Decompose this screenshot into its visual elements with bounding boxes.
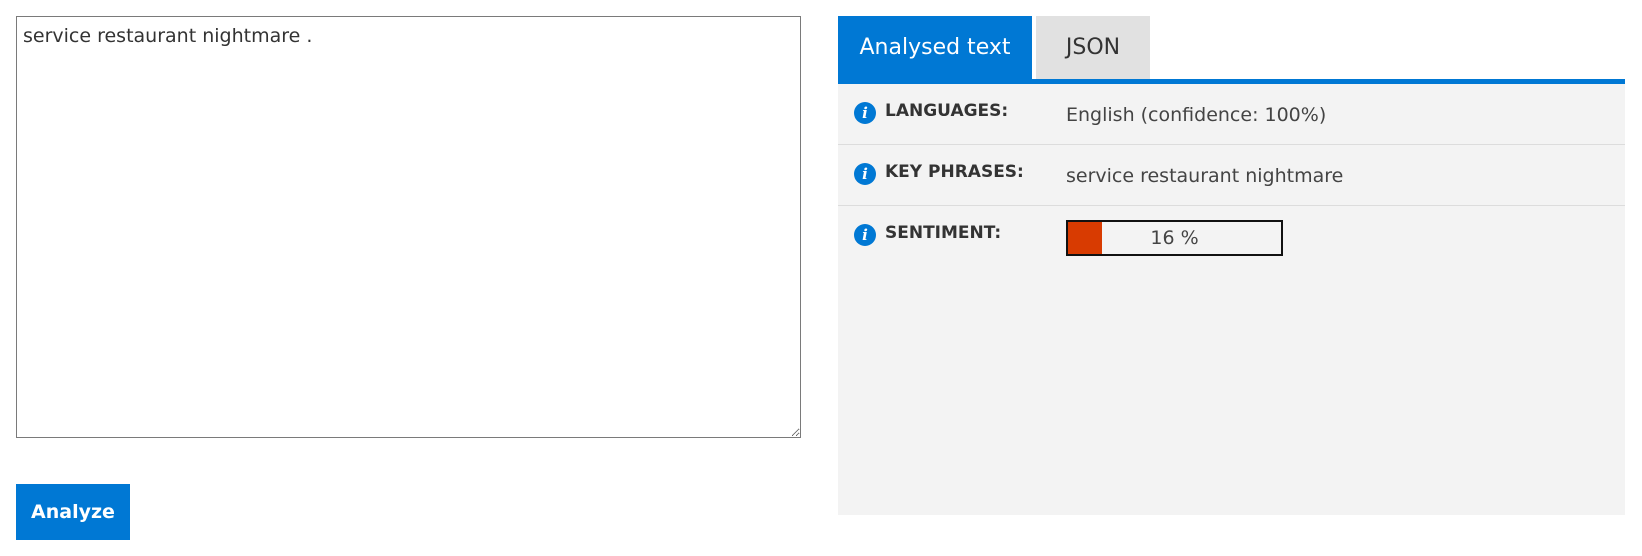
- sentiment-value: 16 %: [1150, 227, 1199, 249]
- sentiment-bar: 16 %: [1066, 220, 1283, 256]
- info-icon[interactable]: i: [854, 102, 876, 124]
- tab-analysed-text[interactable]: Analysed text: [838, 16, 1032, 79]
- info-icon[interactable]: i: [854, 163, 876, 185]
- tab-json[interactable]: JSON: [1036, 16, 1150, 79]
- text-input[interactable]: service restaurant nightmare .: [16, 16, 801, 438]
- analyze-button[interactable]: Analyze: [16, 484, 130, 540]
- page: service restaurant nightmare . Analyze A…: [0, 0, 1642, 556]
- key-phrases-row: i KEY PHRASES: service restaurant nightm…: [838, 145, 1625, 206]
- languages-value: English (confidence: 100%): [1066, 104, 1327, 126]
- languages-row: i LANGUAGES: English (confidence: 100%): [838, 84, 1625, 145]
- sentiment-label: SENTIMENT:: [885, 223, 1002, 243]
- key-phrases-value: service restaurant nightmare: [1066, 165, 1344, 187]
- analysis-panel: i LANGUAGES: English (confidence: 100%) …: [838, 84, 1625, 515]
- sentiment-row: i SENTIMENT: 16 %: [838, 206, 1625, 266]
- results-panel: Analysed text JSON i LANGUAGES: English …: [838, 16, 1625, 515]
- key-phrases-label: KEY PHRASES:: [885, 162, 1024, 182]
- languages-label: LANGUAGES:: [885, 101, 1009, 121]
- info-icon[interactable]: i: [854, 224, 876, 246]
- tab-bar: Analysed text JSON: [838, 16, 1625, 84]
